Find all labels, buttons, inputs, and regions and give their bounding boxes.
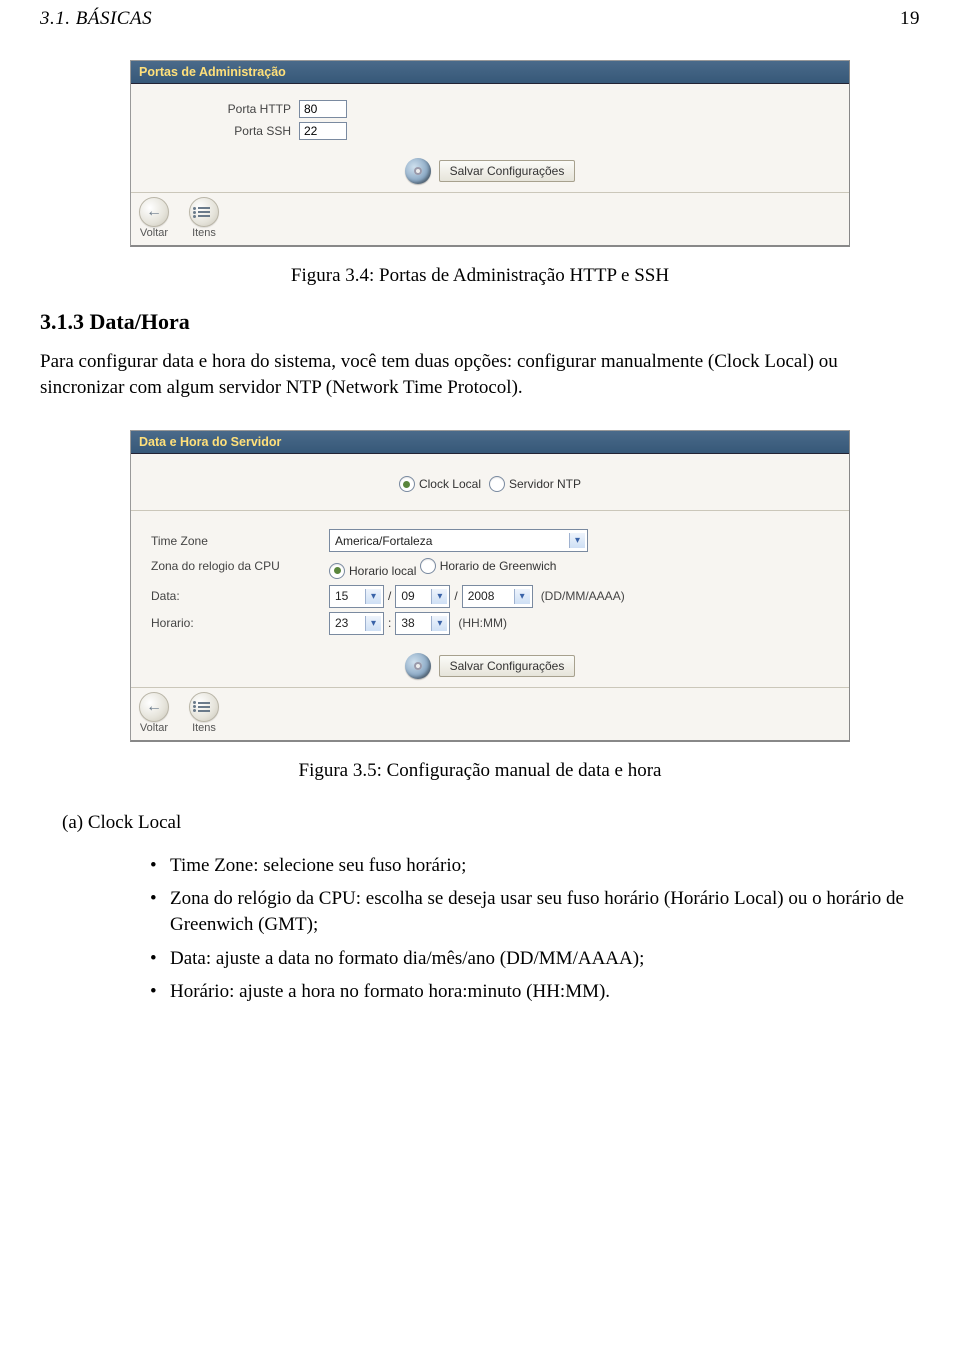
save-button[interactable]: Salvar Configurações <box>439 655 576 677</box>
date-label: Data: <box>151 589 329 603</box>
ntp-server-radio[interactable] <box>489 476 505 492</box>
figure-3-4-caption: Figura 3.4: Portas de Administração HTTP… <box>40 265 920 287</box>
arrow-left-icon <box>139 692 169 722</box>
header-section: 3.1. BÁSICAS <box>40 8 152 30</box>
list-icon <box>189 692 219 722</box>
arrow-left-icon <box>139 197 169 227</box>
chevron-down-icon: ▾ <box>514 589 530 604</box>
panel-title: Portas de Administração <box>131 61 849 84</box>
date-sep: / <box>388 589 391 603</box>
timezone-select[interactable]: America/Fortaleza ▾ <box>329 529 588 552</box>
time-min-value: 38 <box>401 616 414 630</box>
time-hour-value: 23 <box>335 616 348 630</box>
back-button[interactable]: Voltar <box>139 692 169 734</box>
time-min-select[interactable]: 38 ▾ <box>395 612 450 635</box>
options-list: (a) Clock Local Time Zone: selecione seu… <box>40 812 920 1005</box>
list-item-a: (a) Clock Local <box>62 812 920 834</box>
items-label: Itens <box>192 227 216 239</box>
back-label: Voltar <box>140 722 168 734</box>
section-paragraph: Para configurar data e hora do sistema, … <box>40 349 920 400</box>
save-button[interactable]: Salvar Configurações <box>439 160 576 182</box>
ssh-port-input[interactable] <box>299 122 347 140</box>
timezone-value: America/Fortaleza <box>335 534 432 548</box>
chevron-down-icon: ▾ <box>365 616 381 631</box>
clock-local-label: Clock Local <box>419 477 481 491</box>
list-item: Zona do relógio da CPU: escolha se desej… <box>150 886 920 937</box>
list-item: Time Zone: selecione seu fuso horário; <box>150 853 920 879</box>
date-day-value: 15 <box>335 589 348 603</box>
date-year-value: 2008 <box>468 589 495 603</box>
time-sep: : <box>388 616 391 630</box>
chevron-down-icon: ▾ <box>365 589 381 604</box>
http-port-label: Porta HTTP <box>151 102 299 116</box>
ssh-port-label: Porta SSH <box>151 124 299 138</box>
local-time-radio[interactable] <box>329 563 345 579</box>
date-day-select[interactable]: 15 ▾ <box>329 585 384 608</box>
date-month-select[interactable]: 09 ▾ <box>395 585 450 608</box>
panel-title: Data e Hora do Servidor <box>131 431 849 454</box>
date-sep: / <box>454 589 457 603</box>
greenwich-radio[interactable] <box>420 558 436 574</box>
section-heading: 3.1.3 Data/Hora <box>40 309 920 335</box>
back-label: Voltar <box>140 227 168 239</box>
items-label: Itens <box>192 722 216 734</box>
date-month-value: 09 <box>401 589 414 603</box>
items-button[interactable]: Itens <box>189 692 219 734</box>
chevron-down-icon: ▾ <box>431 589 447 604</box>
back-button[interactable]: Voltar <box>139 197 169 239</box>
figure-3-5-caption: Figura 3.5: Configuração manual de data … <box>40 760 920 782</box>
http-port-input[interactable] <box>299 100 347 118</box>
page-header: 3.1. BÁSICAS 19 <box>40 8 920 30</box>
date-format-hint: (DD/MM/AAAA) <box>541 589 625 603</box>
date-year-select[interactable]: 2008 ▾ <box>462 585 533 608</box>
timezone-label: Time Zone <box>151 534 329 548</box>
items-button[interactable]: Itens <box>189 197 219 239</box>
chevron-down-icon: ▾ <box>431 616 447 631</box>
disc-icon <box>405 653 431 679</box>
clock-local-radio[interactable] <box>399 476 415 492</box>
time-format-hint: (HH:MM) <box>458 616 507 630</box>
cpu-zone-label: Zona do relogio da CPU <box>151 556 329 573</box>
divider <box>131 510 849 511</box>
date-time-panel: Data e Hora do Servidor Clock Local Serv… <box>130 430 850 742</box>
time-hour-select[interactable]: 23 ▾ <box>329 612 384 635</box>
local-time-label: Horario local <box>349 564 416 578</box>
list-item: Horário: ajuste a hora no formato hora:m… <box>150 979 920 1005</box>
greenwich-label: Horario de Greenwich <box>440 559 557 573</box>
ntp-server-label: Servidor NTP <box>509 477 581 491</box>
list-item: Data: ajuste a data no formato dia/mês/a… <box>150 946 920 972</box>
admin-ports-panel: Portas de Administração Porta HTTP Porta… <box>130 60 850 247</box>
chevron-down-icon: ▾ <box>569 533 585 548</box>
disc-icon <box>405 158 431 184</box>
time-label: Horario: <box>151 616 329 630</box>
list-icon <box>189 197 219 227</box>
page-number: 19 <box>900 8 920 30</box>
